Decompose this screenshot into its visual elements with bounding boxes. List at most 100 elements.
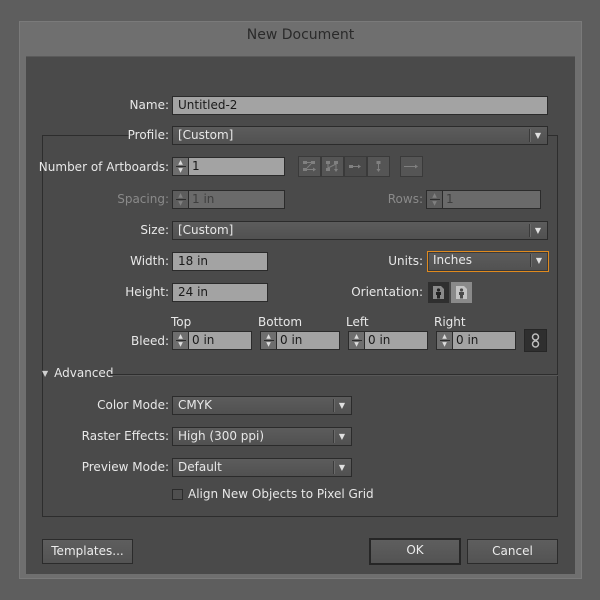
name-label: Name: [129, 98, 169, 112]
bleed-bottom-label: Bottom [258, 315, 303, 329]
dialog-body: Name: Untitled-2 Profile: [Custom] ▼ Num… [26, 56, 575, 574]
increment-icon[interactable]: ▲ [178, 192, 183, 199]
size-label: Size: [140, 223, 169, 237]
dropdown-separator [529, 129, 531, 142]
rows-value[interactable]: 1 [443, 191, 540, 208]
grid-by-column-button[interactable] [321, 156, 344, 177]
preview-mode-label: Preview Mode: [81, 460, 169, 474]
rows-stepper[interactable]: ▲ ▼ 1 [426, 190, 541, 209]
artboards-value[interactable]: 1 [189, 158, 284, 175]
spacing-value[interactable]: 1 in [189, 191, 284, 208]
bleed-top-value[interactable]: 0 in [189, 332, 251, 349]
cancel-button[interactable]: Cancel [467, 539, 558, 564]
dropdown-separator [333, 399, 335, 412]
stepper-arrows[interactable]: ▲ ▼ [173, 191, 189, 208]
increment-icon[interactable]: ▲ [432, 192, 437, 199]
layout-direction-button[interactable] [400, 156, 423, 177]
link-bleed-button[interactable] [524, 329, 547, 352]
ok-button[interactable]: OK [369, 538, 461, 565]
decrement-icon[interactable]: ▼ [266, 341, 271, 348]
width-input[interactable]: 18 in [172, 252, 268, 271]
chevron-down-icon: ▼ [338, 401, 346, 410]
profile-label: Profile: [127, 128, 169, 142]
preview-mode-dropdown[interactable]: Default ▼ [172, 458, 352, 477]
chevron-down-icon: ▼ [534, 131, 542, 140]
decrement-icon[interactable]: ▼ [178, 167, 183, 174]
color-mode-dropdown[interactable]: CMYK ▼ [172, 396, 352, 415]
arrange-by-row-icon [349, 164, 361, 169]
size-dropdown[interactable]: [Custom] ▼ [172, 221, 548, 240]
increment-icon[interactable]: ▲ [266, 333, 271, 340]
dropdown-separator [333, 461, 335, 474]
increment-icon[interactable]: ▲ [442, 333, 447, 340]
decrement-icon[interactable]: ▼ [442, 341, 447, 348]
decrement-icon[interactable]: ▼ [432, 200, 437, 207]
bleed-bottom-stepper[interactable]: ▲ ▼ 0 in [260, 331, 340, 350]
raster-effects-label: Raster Effects: [81, 429, 169, 443]
rows-label: Rows: [387, 192, 423, 206]
advanced-toggle[interactable]: ▼ Advanced [42, 366, 113, 380]
color-mode-label: Color Mode: [97, 398, 169, 412]
increment-icon[interactable]: ▲ [354, 333, 359, 340]
portrait-button[interactable] [428, 282, 449, 303]
bleed-right-stepper[interactable]: ▲ ▼ 0 in [436, 331, 516, 350]
stepper-arrows[interactable]: ▲ ▼ [427, 191, 443, 208]
stepper-arrows[interactable]: ▲ ▼ [349, 332, 365, 349]
grid-by-row-button[interactable] [298, 156, 321, 177]
size-value: [Custom] [178, 223, 234, 237]
decrement-icon[interactable]: ▼ [354, 341, 359, 348]
pixel-grid-label[interactable]: Align New Objects to Pixel Grid [188, 485, 374, 503]
stepper-arrows[interactable]: ▲ ▼ [173, 332, 189, 349]
portrait-icon [433, 286, 444, 299]
units-dropdown[interactable]: Inches ▼ [427, 251, 549, 272]
dropdown-separator [529, 224, 531, 237]
bleed-right-label: Right [434, 315, 466, 329]
pixel-grid-checkbox[interactable] [172, 489, 183, 500]
bleed-top-label: Top [171, 315, 192, 329]
chevron-down-icon: ▼ [338, 463, 346, 472]
advanced-label: Advanced [54, 366, 114, 380]
preview-mode-value: Default [178, 460, 222, 474]
stepper-arrows[interactable]: ▲ ▼ [173, 158, 189, 175]
dropdown-separator [530, 254, 532, 267]
right-to-left-layout-icon [404, 164, 418, 169]
profile-dropdown[interactable]: [Custom] ▼ [172, 126, 548, 145]
spacing-stepper[interactable]: ▲ ▼ 1 in [172, 190, 285, 209]
landscape-button[interactable] [451, 282, 472, 303]
grid-by-row-icon [303, 161, 316, 172]
chevron-down-icon: ▼ [534, 226, 542, 235]
stepper-arrows[interactable]: ▲ ▼ [437, 332, 453, 349]
bleed-top-stepper[interactable]: ▲ ▼ 0 in [172, 331, 252, 350]
templates-button[interactable]: Templates... [42, 539, 133, 564]
disclosure-triangle-icon: ▼ [42, 368, 49, 378]
width-label: Width: [130, 254, 169, 268]
color-mode-value: CMYK [178, 398, 212, 412]
artboards-label: Number of Artboards: [38, 160, 169, 174]
units-label: Units: [388, 254, 423, 268]
orientation-label: Orientation: [351, 285, 423, 299]
increment-icon[interactable]: ▲ [178, 333, 183, 340]
profile-value: [Custom] [178, 128, 234, 142]
bleed-right-value[interactable]: 0 in [453, 332, 515, 349]
increment-icon[interactable]: ▲ [178, 159, 183, 166]
arrange-by-column-button[interactable] [367, 156, 390, 177]
arrange-by-row-button[interactable] [344, 156, 367, 177]
height-label: Height: [125, 285, 169, 299]
raster-effects-dropdown[interactable]: High (300 ppi) ▼ [172, 427, 352, 446]
units-value: Inches [433, 253, 472, 267]
raster-effects-value: High (300 ppi) [178, 429, 265, 443]
bleed-left-value[interactable]: 0 in [365, 332, 427, 349]
stepper-arrows[interactable]: ▲ ▼ [261, 332, 277, 349]
name-input[interactable]: Untitled-2 [172, 96, 548, 115]
new-document-dialog: New Document Name: Untitled-2 Profile: [… [19, 21, 582, 579]
bleed-left-label: Left [346, 315, 369, 329]
chevron-down-icon: ▼ [535, 256, 543, 265]
spacing-label: Spacing: [117, 192, 169, 206]
artboards-stepper[interactable]: ▲ ▼ 1 [172, 157, 285, 176]
decrement-icon[interactable]: ▼ [178, 200, 183, 207]
decrement-icon[interactable]: ▼ [178, 341, 183, 348]
grid-by-column-icon [326, 161, 338, 172]
bleed-left-stepper[interactable]: ▲ ▼ 0 in [348, 331, 428, 350]
bleed-bottom-value[interactable]: 0 in [277, 332, 339, 349]
height-input[interactable]: 24 in [172, 283, 268, 302]
